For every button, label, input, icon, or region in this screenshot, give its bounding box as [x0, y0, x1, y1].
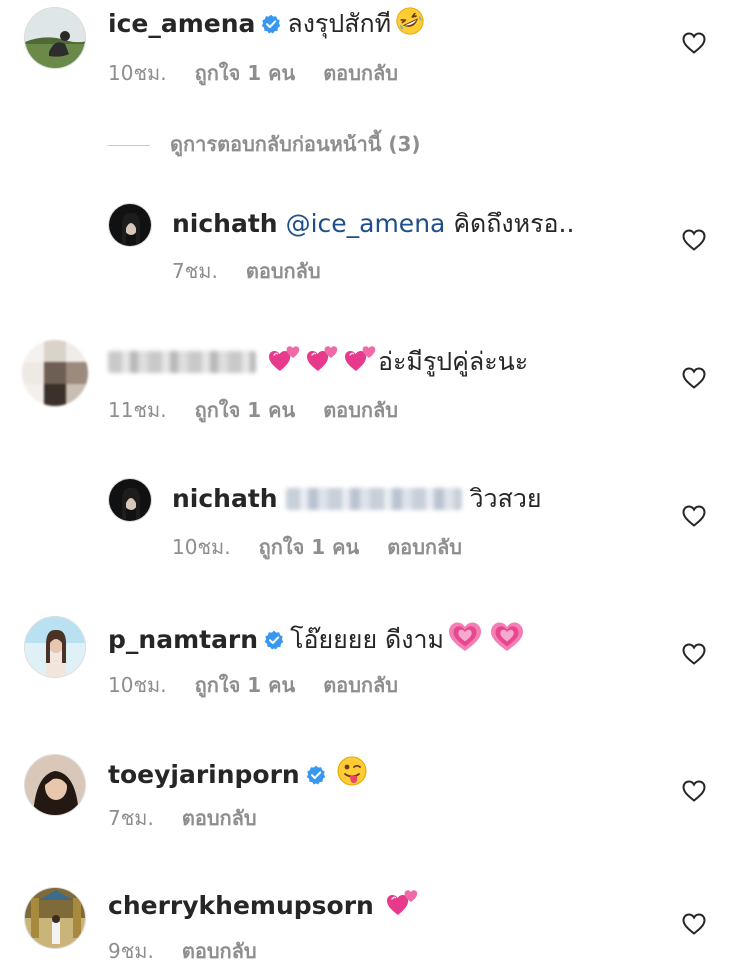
divider	[108, 145, 150, 146]
mention-link[interactable]: @ice_amena	[286, 209, 446, 238]
reply-button[interactable]: ตอบกลับ	[387, 535, 462, 559]
avatar[interactable]	[24, 887, 86, 949]
rolling-on-floor-laughing-icon	[395, 6, 425, 36]
reply-button[interactable]: ตอบกลับ	[323, 673, 398, 697]
comment-text: คิดถึงหรอ..	[453, 209, 575, 238]
blurred-mention[interactable]	[285, 488, 462, 510]
winking-face-with-tongue-icon	[336, 755, 368, 787]
comment-time: 9ชม.	[108, 939, 154, 963]
reply-button[interactable]: ตอบกลับ	[182, 939, 257, 963]
like-count[interactable]: ถูกใจ 1 คน	[195, 61, 296, 85]
comment-time: 10ชม.	[172, 535, 231, 559]
avatar[interactable]	[22, 340, 88, 406]
view-previous-label[interactable]: ดูการตอบกลับก่อนหน้านี้ (3)	[170, 132, 421, 156]
reply-button[interactable]: ตอบกลับ	[182, 806, 257, 830]
avatar[interactable]	[108, 203, 152, 247]
like-count[interactable]: ถูกใจ 1 คน	[195, 673, 296, 697]
heart-icon[interactable]	[682, 913, 706, 935]
heart-icon[interactable]	[682, 229, 706, 251]
avatar-image	[25, 8, 85, 68]
avatar-image	[109, 204, 151, 246]
username[interactable]: nichath	[172, 484, 278, 513]
verified-badge-icon	[264, 630, 284, 650]
comment-time: 10ชม.	[108, 673, 167, 697]
username[interactable]: p_namtarn	[108, 625, 258, 654]
avatar-image	[25, 617, 85, 677]
reply-button[interactable]: ตอบกลับ	[323, 61, 398, 85]
blurred-username[interactable]	[108, 351, 256, 373]
username[interactable]: nichath	[172, 209, 278, 238]
heart-icon[interactable]	[682, 505, 706, 527]
growing-heart-icon	[490, 620, 524, 652]
avatar[interactable]	[108, 478, 152, 522]
comment-time: 7ชม.	[172, 259, 218, 283]
verified-badge-icon	[306, 765, 326, 785]
comment-text: วิวสวย	[469, 484, 542, 513]
two-hearts-icon	[268, 344, 302, 374]
two-hearts-icon	[386, 888, 420, 918]
comment-time: 10ชม.	[108, 61, 167, 85]
verified-badge-icon	[261, 14, 281, 34]
reply-button[interactable]: ตอบกลับ	[323, 398, 398, 422]
avatar[interactable]	[24, 754, 86, 816]
heart-icon[interactable]	[682, 32, 706, 54]
avatar[interactable]	[24, 7, 86, 69]
comment-text: อ่ะมีรูปคู่ล่ะนะ	[377, 347, 529, 376]
comment-time: 11ชม.	[108, 398, 167, 422]
avatar-image	[25, 755, 85, 815]
like-count[interactable]: ถูกใจ 1 คน	[195, 398, 296, 422]
comment-text: ลงรุปสักที	[287, 9, 392, 38]
like-count[interactable]: ถูกใจ 1 คน	[259, 535, 360, 559]
comment-text: โอ๊ยยยย ดีงาม	[290, 625, 445, 654]
reply-button[interactable]: ตอบกลับ	[246, 259, 321, 283]
growing-heart-icon	[448, 620, 482, 652]
heart-icon[interactable]	[682, 367, 706, 389]
heart-icon[interactable]	[682, 780, 706, 802]
avatar-image	[109, 479, 151, 521]
avatar-image	[25, 888, 85, 948]
two-hearts-icon	[306, 344, 340, 374]
comment-time: 7ชม.	[108, 806, 154, 830]
username[interactable]: ice_amena	[108, 9, 255, 38]
view-previous-replies[interactable]: ดูการตอบกลับก่อนหน้านี้ (3)	[108, 130, 421, 158]
heart-icon[interactable]	[682, 643, 706, 665]
avatar[interactable]	[24, 616, 86, 678]
username[interactable]: toeyjarinporn	[108, 760, 300, 789]
blurred-avatar-image	[22, 340, 88, 406]
username[interactable]: cherrykhemupsorn	[108, 891, 374, 920]
two-hearts-icon	[344, 344, 378, 374]
